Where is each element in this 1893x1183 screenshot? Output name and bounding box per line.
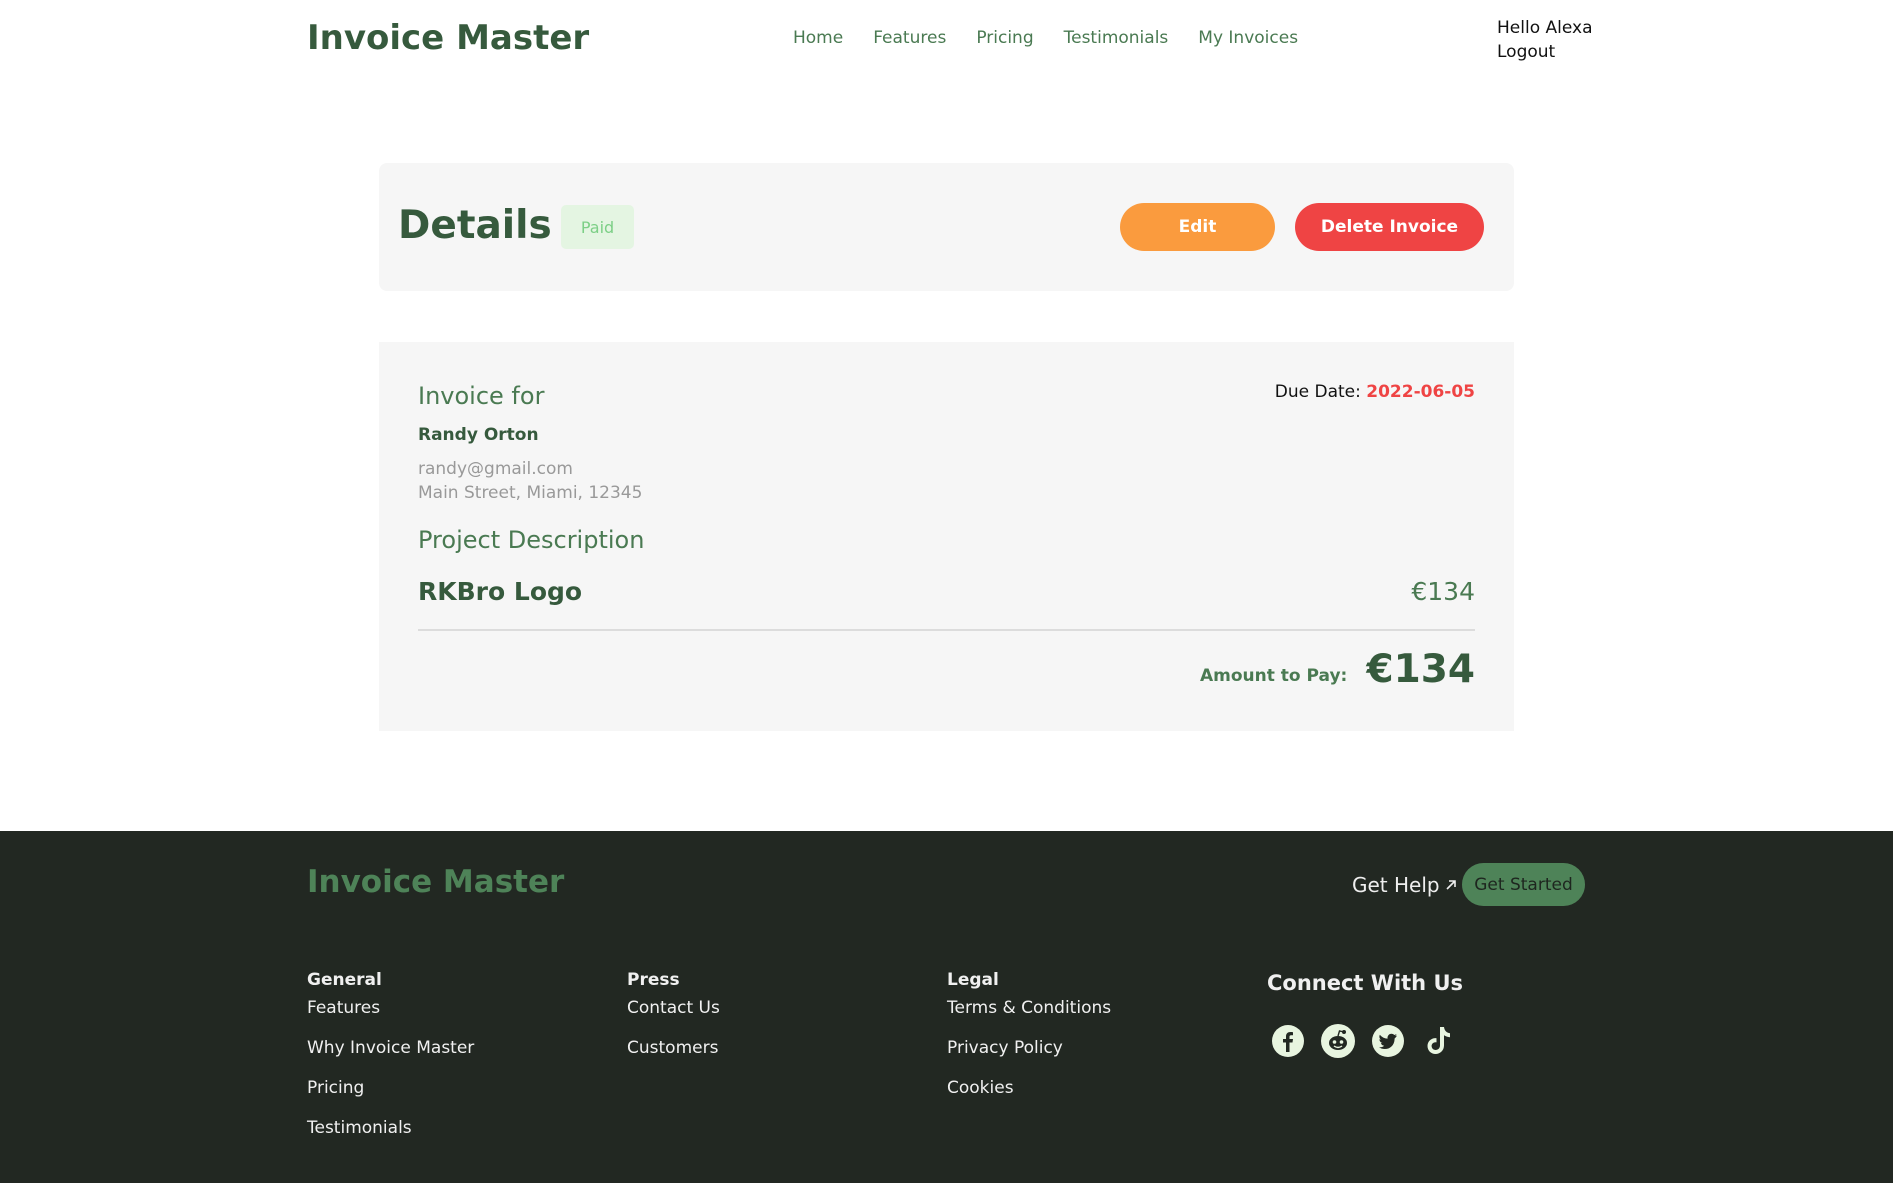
connect-heading: Connect With Us — [1267, 971, 1463, 995]
delete-invoice-button[interactable]: Delete Invoice — [1295, 203, 1484, 251]
nav-testimonials[interactable]: Testimonials — [1064, 28, 1169, 48]
footer-col-title: Press — [627, 970, 680, 990]
nav-pricing[interactable]: Pricing — [976, 28, 1033, 48]
footer-col-title: Legal — [947, 970, 999, 990]
user-greeting: Hello Alexa — [1497, 18, 1593, 38]
footer-col-title: General — [307, 970, 382, 990]
arrow-up-right-icon — [1446, 880, 1456, 890]
divider — [418, 629, 1475, 631]
footer-link-cookies[interactable]: Cookies — [947, 1078, 1111, 1099]
footer-link-customers[interactable]: Customers — [627, 1038, 720, 1059]
details-bar: Details Paid Edit Delete Invoice — [379, 163, 1514, 291]
invoice-for-heading: Invoice for — [418, 382, 545, 410]
edit-button[interactable]: Edit — [1120, 203, 1275, 251]
nav-features[interactable]: Features — [873, 28, 946, 48]
footer-link-contact[interactable]: Contact Us — [627, 998, 720, 1019]
amount-to-pay-label: Amount to Pay: — [1200, 666, 1348, 686]
client-address: Main Street, Miami, 12345 — [418, 483, 643, 503]
footer-col-press: Press Contact Us Customers — [627, 970, 720, 1078]
status-badge: Paid — [561, 205, 634, 249]
facebook-icon[interactable] — [1270, 1023, 1306, 1059]
footer-link-privacy[interactable]: Privacy Policy — [947, 1038, 1111, 1059]
page-title: Details — [398, 203, 552, 248]
footer-link-features[interactable]: Features — [307, 998, 474, 1019]
invoice-card: Invoice for Randy Orton randy@gmail.com … — [379, 342, 1514, 731]
reddit-icon[interactable] — [1320, 1023, 1356, 1059]
get-help-link[interactable]: Get Help — [1352, 873, 1458, 897]
footer-col-general: General Features Why Invoice Master Pric… — [307, 970, 474, 1158]
client-email: randy@gmail.com — [418, 459, 573, 479]
footer-link-terms[interactable]: Terms & Conditions — [947, 998, 1111, 1019]
site-header: Invoice Master Home Features Pricing Tes… — [0, 0, 1893, 80]
user-menu: Hello Alexa Logout — [1497, 16, 1592, 64]
site-footer: Invoice Master Get Help Get Started Gene… — [0, 831, 1893, 1183]
due-date-label: Due Date: — [1274, 382, 1361, 402]
client-name: Randy Orton — [418, 425, 539, 445]
footer-link-testimonials[interactable]: Testimonials — [307, 1118, 474, 1139]
footer-brand: Invoice Master — [307, 864, 565, 900]
main-nav: Home Features Pricing Testimonials My In… — [793, 28, 1298, 48]
get-help-label: Get Help — [1352, 873, 1440, 897]
due-date-value: 2022-06-05 — [1366, 382, 1475, 402]
due-date: Due Date: 2022-06-05 — [1275, 382, 1475, 402]
footer-link-pricing[interactable]: Pricing — [307, 1078, 474, 1099]
item-name: RKBro Logo — [418, 577, 583, 606]
footer-link-why[interactable]: Why Invoice Master — [307, 1038, 474, 1059]
tiktok-icon[interactable] — [1420, 1023, 1456, 1059]
nav-my-invoices[interactable]: My Invoices — [1198, 28, 1298, 48]
amount-to-pay-value: €134 — [1366, 647, 1475, 692]
social-links — [1270, 1023, 1456, 1059]
logout-link[interactable]: Logout — [1497, 40, 1592, 64]
brand-logo[interactable]: Invoice Master — [307, 18, 589, 58]
item-price: €134 — [1411, 577, 1475, 606]
footer-col-legal: Legal Terms & Conditions Privacy Policy … — [947, 970, 1111, 1118]
twitter-icon[interactable] — [1370, 1023, 1406, 1059]
get-started-button[interactable]: Get Started — [1462, 863, 1585, 906]
nav-home[interactable]: Home — [793, 28, 843, 48]
project-description-heading: Project Description — [418, 526, 645, 554]
